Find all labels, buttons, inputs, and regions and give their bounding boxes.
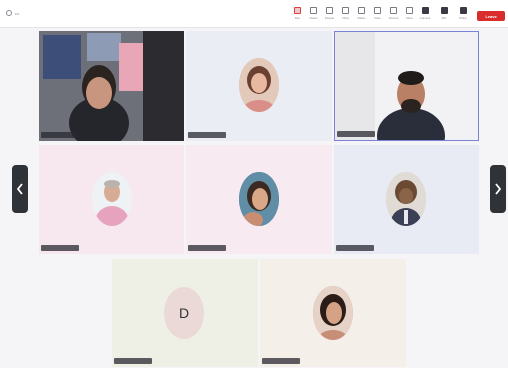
people-button[interactable]: People — [323, 7, 336, 20]
shield-icon — [6, 10, 12, 16]
reactions-icon — [310, 7, 317, 14]
participant-tile-4[interactable] — [39, 145, 184, 254]
chevron-right-icon — [495, 183, 502, 195]
participant-avatar — [239, 58, 279, 112]
people-icon — [326, 7, 333, 14]
participant-tile-8[interactable] — [260, 259, 406, 367]
reactions-button[interactable]: React — [307, 7, 320, 20]
participant-name — [336, 245, 374, 251]
participant-avatar — [313, 286, 353, 340]
record-button[interactable]: Rec — [291, 7, 304, 20]
meeting-info[interactable]: ••• — [6, 10, 19, 16]
participant-tile-1[interactable] — [39, 31, 184, 141]
previous-page-button[interactable] — [12, 165, 28, 213]
meeting-toolbar: ••• Rec React People Chat Raise View Roo… — [0, 0, 508, 28]
view-icon — [374, 7, 381, 14]
participant-avatar — [386, 172, 426, 226]
mic-icon — [440, 7, 448, 14]
participant-name — [41, 245, 79, 251]
view-button[interactable]: View — [371, 7, 384, 20]
participant-name — [41, 132, 79, 138]
participant-name — [114, 358, 152, 364]
participant-tile-5[interactable] — [186, 145, 332, 254]
rooms-button[interactable]: Rooms — [387, 7, 400, 20]
participant-name — [337, 131, 375, 137]
participant-name — [188, 245, 226, 251]
more-icon — [406, 7, 413, 14]
more-button[interactable]: More — [403, 7, 416, 20]
participant-tile-7[interactable]: D — [112, 259, 258, 367]
rooms-icon — [390, 7, 397, 14]
camera-icon — [421, 7, 429, 14]
camera-button[interactable]: Camera — [418, 7, 432, 20]
participant-avatar — [92, 172, 132, 226]
participant-tile-2[interactable] — [186, 31, 332, 141]
share-button[interactable]: Share — [456, 7, 470, 20]
participant-name — [188, 132, 226, 138]
share-icon — [459, 7, 467, 14]
participant-tile-6[interactable] — [334, 145, 479, 254]
device-controls: Camera Mic Share — [418, 7, 470, 20]
meeting-label: ••• — [15, 10, 20, 16]
toolbar-tools: Rec React People Chat Raise View Rooms M… — [291, 7, 416, 20]
raise-hand-icon — [358, 7, 365, 14]
participant-name — [262, 358, 300, 364]
mic-button[interactable]: Mic — [437, 7, 451, 20]
participant-avatar — [239, 172, 279, 226]
participant-initial-avatar: D — [164, 287, 204, 339]
next-page-button[interactable] — [490, 165, 506, 213]
record-icon — [294, 7, 301, 14]
chat-button[interactable]: Chat — [339, 7, 352, 20]
chevron-left-icon — [16, 183, 23, 195]
participant-video — [39, 31, 184, 141]
chat-icon — [342, 7, 349, 14]
participant-tile-3-active-speaker[interactable] — [334, 31, 479, 141]
leave-button[interactable]: Leave — [477, 11, 505, 21]
raise-hand-button[interactable]: Raise — [355, 7, 368, 20]
participant-video — [335, 32, 478, 140]
